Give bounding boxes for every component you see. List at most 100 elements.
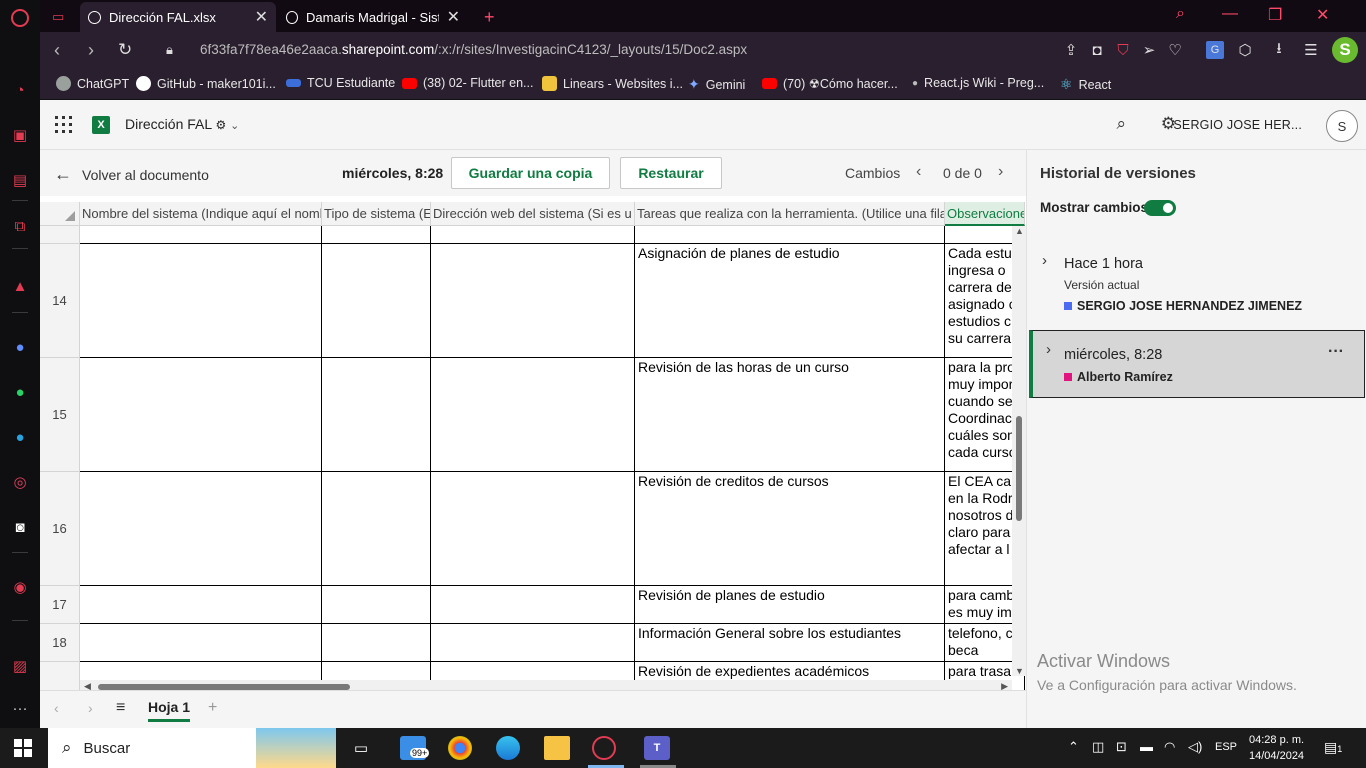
add-sheet-button[interactable]: + xyxy=(208,699,217,717)
minimize-icon[interactable]: — xyxy=(1222,5,1238,23)
tab-direccion-fal[interactable]: Dirección FAL.xlsx ✕ xyxy=(80,2,276,32)
wifi-icon[interactable]: ◠ xyxy=(1164,739,1175,755)
grid-cell[interactable] xyxy=(80,586,322,624)
adblock-shield-icon[interactable]: ⛉ xyxy=(1114,41,1132,59)
forward-arrow-icon[interactable]: › xyxy=(88,40,94,61)
sheet-tab-hoja1[interactable]: Hoja 1 xyxy=(148,699,191,722)
tab-damaris[interactable]: Damaris Madrigal - Sistema ✕ xyxy=(278,2,468,32)
battery-icon[interactable]: ▬ xyxy=(1140,739,1153,754)
grid-cell[interactable]: Asignación de planes de estudio xyxy=(635,244,945,358)
column-header[interactable]: Nombre del sistema (Indique aquí el nomb… xyxy=(80,202,322,226)
input-language[interactable]: ESP xyxy=(1215,741,1237,753)
file-explorer-icon[interactable] xyxy=(544,736,570,760)
volume-icon[interactable]: ◁) xyxy=(1188,739,1202,755)
tab-overview-icon[interactable]: ▭ xyxy=(44,2,70,32)
grid-cell[interactable] xyxy=(80,244,322,358)
grid-cell[interactable] xyxy=(80,358,322,472)
more-icon[interactable]: ··· xyxy=(10,698,30,718)
grid-cell[interactable]: Revisión de planes de estudio xyxy=(635,586,945,624)
grid-cell[interactable] xyxy=(431,586,635,624)
bookmark-flutter[interactable]: (38) 02- Flutter en... xyxy=(402,76,533,90)
close-tab-icon[interactable]: ✕ xyxy=(255,7,268,27)
messenger-icon[interactable]: ● xyxy=(10,337,30,357)
more-options-icon[interactable]: ··· xyxy=(1328,343,1344,361)
back-arrow-icon[interactable]: ‹ xyxy=(54,40,60,61)
next-sheet-icon[interactable]: › xyxy=(88,700,93,716)
column-header[interactable]: Tipo de sistema (E xyxy=(322,202,431,226)
vertical-scrollbar[interactable]: ▲ ▼ xyxy=(1012,226,1026,676)
new-tab-button[interactable]: + xyxy=(476,2,503,32)
maximize-icon[interactable]: ❐ xyxy=(1268,5,1282,25)
bookmark-chatgpt[interactable]: ChatGPT xyxy=(56,76,129,91)
grid-cell[interactable] xyxy=(322,586,431,624)
version-item-selected[interactable]: › miércoles, 8:28 Alberto Ramírez ··· xyxy=(1029,330,1365,398)
whatsapp-icon[interactable]: ● xyxy=(10,382,30,402)
version-item-current[interactable]: › Hace 1 hora Versión actual SERGIO JOSE… xyxy=(1029,242,1365,324)
previous-change-icon[interactable]: ‹ xyxy=(916,163,921,181)
bookmark-linears[interactable]: Linears - Websites i... xyxy=(542,76,683,91)
clock[interactable]: 04:28 p. m. 14/04/2024 xyxy=(1249,732,1304,764)
grid-cell[interactable] xyxy=(431,472,635,586)
teams-icon[interactable]: T xyxy=(644,736,670,760)
grid-cell[interactable] xyxy=(322,624,431,662)
crypto-wallet-icon[interactable]: ⧉ xyxy=(10,216,30,236)
translate-icon[interactable]: G xyxy=(1206,41,1224,59)
url-field[interactable]: 6f33fa7f78ea46e2aaca.sharepoint.com/:x:/… xyxy=(200,42,747,57)
share-icon[interactable]: ⇪ xyxy=(1062,41,1080,59)
taskbar-search-box[interactable]: ⌕ Buscar xyxy=(48,728,336,768)
gallery-icon[interactable]: ▨ xyxy=(10,656,30,676)
snapshot-icon[interactable]: ◘ xyxy=(1088,41,1106,59)
easy-setup-icon[interactable]: ☰ xyxy=(1302,41,1320,59)
save-copy-button[interactable]: Guardar una copia xyxy=(451,157,610,189)
download-icon[interactable]: ⭳ xyxy=(1270,40,1288,59)
close-tab-icon[interactable]: ✕ xyxy=(447,7,460,27)
scroll-up-icon[interactable]: ▲ xyxy=(1015,226,1024,236)
previous-sheet-icon[interactable]: ‹ xyxy=(54,700,59,716)
row-header[interactable]: 16 xyxy=(40,472,80,586)
mail-icon[interactable]: 99+ xyxy=(400,736,430,760)
send-icon[interactable]: ➢ xyxy=(1140,41,1158,59)
grid-cell[interactable] xyxy=(80,226,322,244)
row-header[interactable]: 14 xyxy=(40,244,80,358)
grid-cell[interactable] xyxy=(431,244,635,358)
avatar[interactable]: S xyxy=(1326,110,1358,142)
chevron-right-icon[interactable]: › xyxy=(1046,341,1051,358)
chrome-icon[interactable] xyxy=(448,736,472,760)
select-all-corner[interactable] xyxy=(40,202,80,226)
account-name[interactable]: SERGIO JOSE HER... xyxy=(1173,118,1302,132)
grid-cell[interactable]: Revisión de las horas de un curso xyxy=(635,358,945,472)
show-changes-toggle[interactable] xyxy=(1144,200,1176,216)
grid-cell[interactable]: Información General sobre los estudiante… xyxy=(635,624,945,662)
telegram-icon[interactable]: ● xyxy=(10,427,30,447)
back-to-document-button[interactable]: ← Volver al documento xyxy=(54,164,209,185)
bookmark-reactjs-wiki[interactable]: ● React.js Wiki - Preg... xyxy=(912,76,1044,90)
grid-cell[interactable] xyxy=(322,358,431,472)
discord-icon[interactable]: ◙ xyxy=(10,517,30,537)
grid-cell[interactable] xyxy=(431,226,635,244)
tray-sync-icon[interactable]: ⊡ xyxy=(1116,739,1127,755)
opera-icon[interactable] xyxy=(592,736,616,760)
twitch-icon[interactable]: ▤ xyxy=(10,170,30,190)
column-header-selected[interactable]: Observaciones xyxy=(945,202,1025,226)
edge-icon[interactable] xyxy=(496,736,520,760)
opera-logo-icon[interactable] xyxy=(11,9,29,27)
reload-icon[interactable]: ↻ xyxy=(118,40,132,60)
app-launcher-icon[interactable] xyxy=(55,116,73,134)
instagram-icon[interactable]: ◎ xyxy=(10,472,30,492)
row-header[interactable]: 17 xyxy=(40,586,80,624)
document-title[interactable]: Dirección FAL ⚙ ⌄ xyxy=(125,116,239,132)
grid-cell[interactable] xyxy=(80,624,322,662)
spreadsheet-grid[interactable]: Nombre del sistema (Indique aquí el nomb… xyxy=(40,196,1026,700)
aria-icon[interactable]: ▲ xyxy=(10,276,30,296)
grid-cell[interactable] xyxy=(431,624,635,662)
grid-cell[interactable]: Revisión de creditos de cursos xyxy=(635,472,945,586)
bookmark-tcu[interactable]: TCU Estudiante xyxy=(286,76,395,90)
grid-cell[interactable] xyxy=(635,226,945,244)
close-window-icon[interactable]: ✕ xyxy=(1316,5,1329,25)
row-header[interactable]: 15 xyxy=(40,358,80,472)
grid-cell[interactable] xyxy=(80,472,322,586)
next-change-icon[interactable]: › xyxy=(998,163,1003,181)
task-view-icon[interactable]: ▭ xyxy=(348,736,374,760)
chevron-right-icon[interactable]: › xyxy=(1042,252,1047,269)
grid-cell[interactable] xyxy=(322,472,431,586)
